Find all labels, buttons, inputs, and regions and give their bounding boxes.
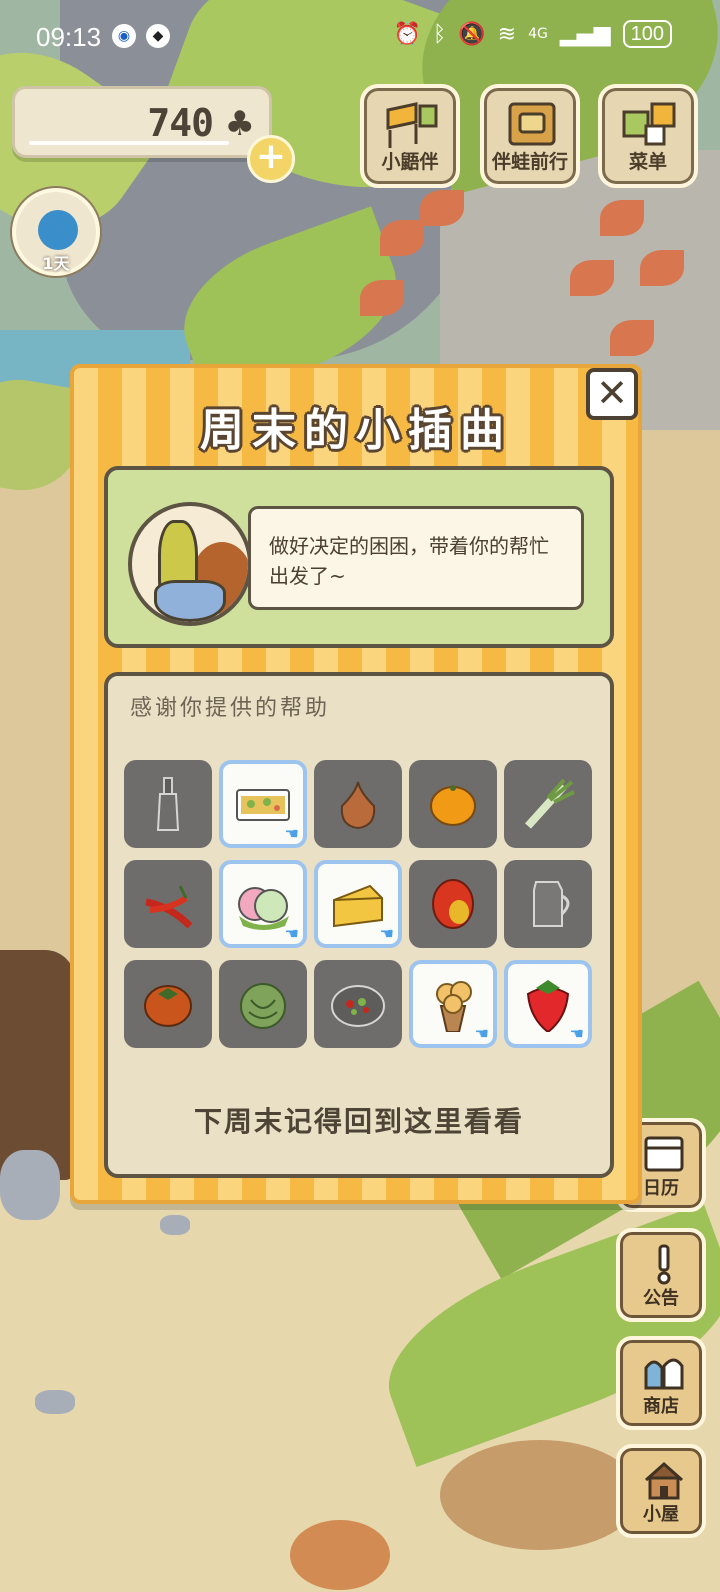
friends-label: 小鼯伴 (381, 151, 439, 173)
dialog-title: 周末的小插曲 (200, 405, 512, 456)
house-label: 小屋 (643, 1504, 679, 1525)
clover-bar (29, 141, 229, 145)
clover-count: 740 (147, 101, 214, 145)
background-red-leaf (380, 220, 424, 256)
mango-icon (432, 879, 474, 929)
background-red-leaf (600, 200, 644, 236)
tap-hint-icon: ☚ (379, 924, 394, 943)
bottle-icon (156, 777, 180, 831)
menu-button[interactable]: 菜单 (598, 84, 698, 188)
strawberry-icon (526, 980, 570, 1032)
item-slot-orange (409, 760, 497, 848)
status-app-icons: ◉ ◆ (112, 24, 170, 48)
background-fallen-leaf (440, 1440, 640, 1550)
friends-icon (386, 102, 438, 148)
green-onion-icon (525, 778, 575, 829)
persimmon-icon (144, 985, 192, 1027)
salad-plate-icon (331, 985, 385, 1027)
speech-bubble: 做好决定的困困，带着你的帮忙出发了~ (248, 506, 584, 610)
help-heading: 感谢你提供的帮助 (130, 696, 331, 721)
character-portrait (128, 502, 252, 626)
background-red-leaf (420, 190, 464, 226)
portrait-scarf (154, 580, 226, 622)
background-red-leaf (360, 280, 404, 316)
status-bar: 09:13 ◉ ◆ ⏰ ᛒ 🔕 ≋ 4G ▂▄▆ 100 (0, 0, 720, 76)
add-clover-button[interactable]: + (247, 135, 295, 183)
item-slot-persimmon (124, 960, 212, 1048)
close-button[interactable]: ✕ (586, 368, 638, 420)
background-stone (160, 1215, 190, 1235)
signal-icon: ▂▄▆ (559, 21, 611, 47)
item-slot-ice-cream-cone[interactable]: ☚ (409, 960, 497, 1048)
calendar-icon (644, 1136, 684, 1172)
frog-travel-icon (508, 102, 556, 146)
background-stone (35, 1390, 75, 1414)
item-slot-bottle (124, 760, 212, 848)
bluetooth-icon: ᛒ (433, 21, 447, 47)
battery-indicator: 100 (622, 20, 672, 48)
item-grid: ☚ ☚ ☚ ☚ ☚ (124, 760, 592, 1048)
item-slot-mochi[interactable]: ☚ (219, 860, 307, 948)
friends-button[interactable]: 小鼯伴 (360, 84, 460, 188)
background-red-leaf (640, 250, 684, 286)
status-system-icons: ⏰ ᛒ 🔕 ≋ 4G ▂▄▆ 100 (394, 20, 672, 48)
mute-icon: 🔕 (458, 21, 486, 47)
frog-status-avatar[interactable]: 1天 (12, 188, 100, 276)
come-back-note: 下周末记得回到这里看看 (193, 1105, 524, 1138)
item-slot-cheese[interactable]: ☚ (314, 860, 402, 948)
notice-label: 公告 (643, 1288, 679, 1309)
notice-icon (657, 1244, 671, 1285)
cheese-icon (333, 884, 383, 928)
days-away-label: 1天 (42, 254, 70, 273)
network-type: 4G (528, 26, 548, 42)
browser-icon: ◉ (112, 24, 136, 48)
frog-travel-label: 伴蛙前行 (491, 151, 568, 173)
status-time: 09:13 (36, 22, 102, 52)
milk-jug-icon (533, 881, 570, 927)
shop-button[interactable]: 商店 (616, 1336, 706, 1430)
item-slot-salad-plate (314, 960, 402, 1048)
alarm-icon: ⏰ (393, 21, 422, 47)
item-slot-mango (409, 860, 497, 948)
ice-cream-cone-icon (436, 981, 472, 1032)
item-slot-bento-box[interactable]: ☚ (219, 760, 307, 848)
tap-hint-icon: ☚ (474, 1024, 489, 1043)
item-slot-green-onion (504, 760, 592, 848)
tap-hint-icon: ☚ (284, 924, 299, 943)
frog-travel-button[interactable]: 伴蛙前行 (480, 84, 580, 188)
background-stone (0, 1150, 60, 1220)
shop-icon (644, 1358, 684, 1390)
house-icon (645, 1461, 683, 1500)
notice-button[interactable]: 公告 (616, 1228, 706, 1322)
tap-hint-icon: ☚ (569, 1024, 584, 1043)
item-slot-strawberry[interactable]: ☚ (504, 960, 592, 1048)
help-items-panel: 感谢你提供的帮助 ☚ ☚ ☚ ☚ ☚ 下周末记得回到这里看看 (104, 672, 614, 1178)
frog-avatar-icon (38, 210, 78, 250)
orange-icon (430, 785, 476, 826)
background-fallen-leaf (290, 1520, 390, 1590)
item-slot-milk-jug (504, 860, 592, 948)
character-message-panel: 做好决定的困困，带着你的帮忙出发了~ (104, 466, 614, 648)
menu-label: 菜单 (628, 151, 667, 173)
clover-counter: 740 ♣ (12, 86, 272, 158)
weekend-episode-dialog: 周末的小插曲 做好决定的困困，带着你的帮忙出发了~ 感谢你提供的帮助 ☚ ☚ ☚ ☚ ☚… (70, 364, 642, 1204)
onion-icon (340, 781, 376, 830)
wifi-icon: ≋ (497, 21, 517, 47)
mochi-icon (238, 887, 289, 930)
cabbage-icon (240, 983, 286, 1029)
tap-hint-icon: ☚ (284, 824, 299, 843)
red-chili-icon (145, 885, 193, 929)
background-red-leaf (570, 260, 614, 296)
clover-icon: ♣ (224, 104, 255, 144)
bento-box-icon (236, 789, 290, 821)
menu-icon (622, 102, 676, 146)
qq-icon: ◆ (146, 24, 170, 48)
background-red-leaf (610, 320, 654, 356)
item-slot-cabbage (219, 960, 307, 1048)
item-slot-red-chili (124, 860, 212, 948)
shop-label: 商店 (643, 1396, 679, 1417)
house-button[interactable]: 小屋 (616, 1444, 706, 1538)
item-slot-onion (314, 760, 402, 848)
background-soil (0, 950, 75, 1180)
